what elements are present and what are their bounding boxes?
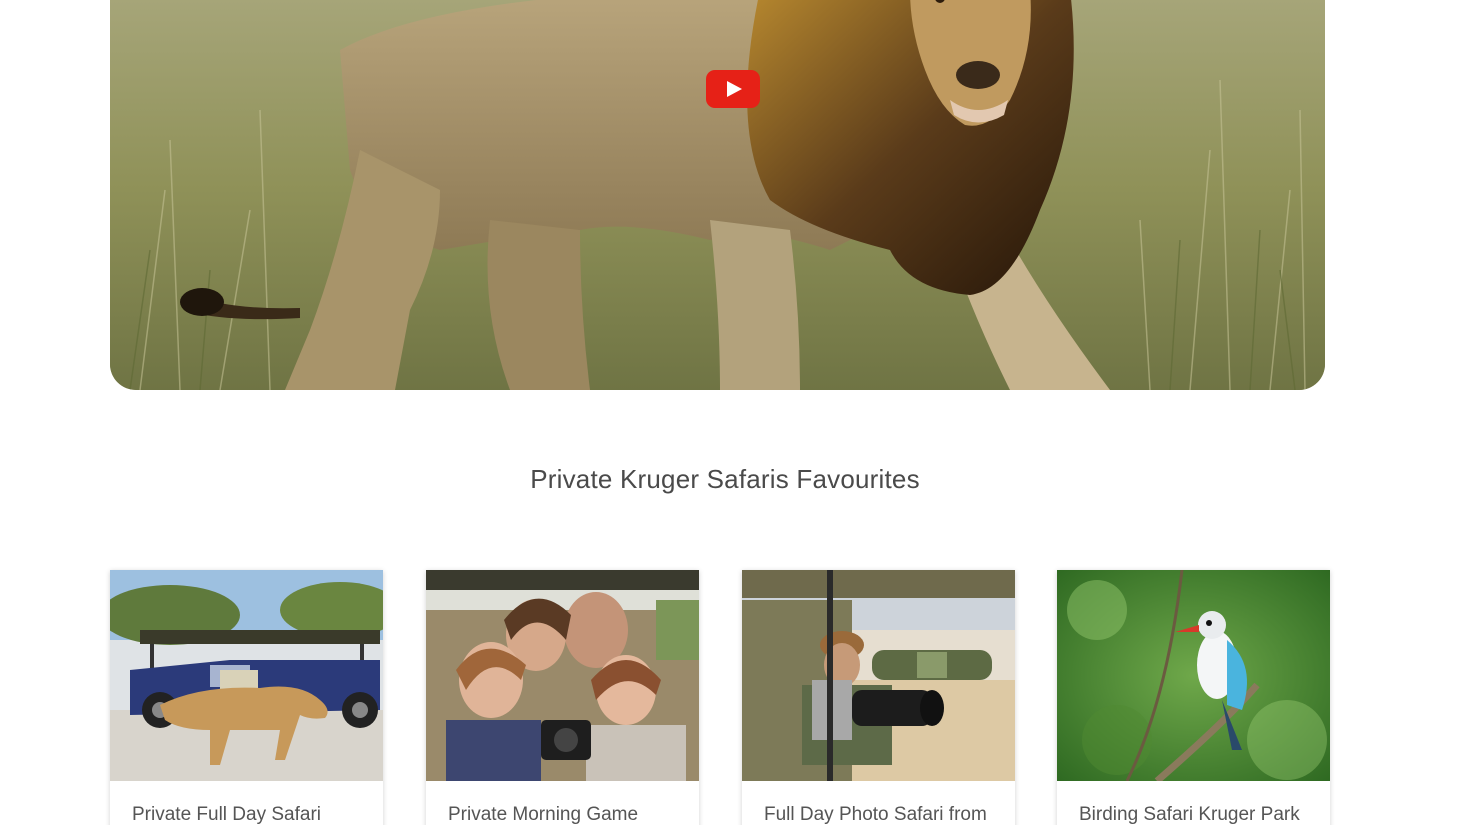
tour-card-full-day-safari[interactable]: Private Full Day Safari [110,570,383,825]
section-title: Private Kruger Safaris Favourites [530,464,920,494]
tour-card-photo-safari[interactable]: Full Day Photo Safari from [742,570,1015,825]
card-title[interactable]: Private Morning Game [448,804,638,825]
hero-video[interactable] [110,0,1325,390]
family-selfie-in-safari-vehicle-photo [426,570,699,781]
woodland-kingfisher-photo [1057,570,1330,781]
play-button[interactable] [706,70,760,108]
card-image[interactable] [426,570,699,781]
card-image[interactable] [1057,570,1330,781]
page: Private Kruger Safaris Favourites Privat… [0,0,1468,825]
card-title[interactable]: Full Day Photo Safari from [764,804,987,825]
lion-image [110,0,1325,390]
photographer-with-telephoto-lens-photo [742,570,1015,781]
card-title[interactable]: Private Full Day Safari [132,804,321,825]
lioness-and-safari-vehicle-photo [110,570,383,781]
tour-card-morning-game[interactable]: Private Morning Game [426,570,699,825]
card-image[interactable] [742,570,1015,781]
card-image[interactable] [110,570,383,781]
card-title[interactable]: Birding Safari Kruger Park [1079,804,1300,825]
tour-card-birding-safari[interactable]: Birding Safari Kruger Park [1057,570,1330,825]
youtube-play-icon [706,70,760,108]
